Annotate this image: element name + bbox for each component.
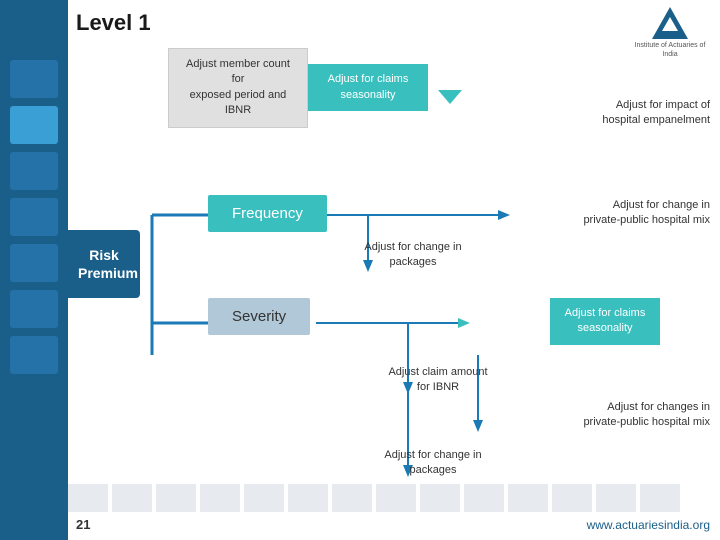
- sidebar-block-2: [10, 106, 58, 144]
- severity-seasonality-box: Adjust for claimsseasonality: [550, 298, 660, 345]
- arrow-claims-seasonality: [438, 90, 462, 104]
- bottom-block-10: [464, 484, 504, 512]
- bottom-block-11: [508, 484, 548, 512]
- main-content: Level 1 Institute of Actuaries of India …: [68, 0, 720, 540]
- page-number: 21: [76, 517, 90, 532]
- top-row: Adjust member count forexposed period an…: [168, 48, 428, 128]
- bottom-block-13: [596, 484, 636, 512]
- sidebar-block-1: [10, 60, 58, 98]
- bottom-block-4: [200, 484, 240, 512]
- sidebar-block-6: [10, 290, 58, 328]
- sidebar: [0, 0, 68, 540]
- claims-seasonality-top-box: Adjust for claimsseasonality: [308, 64, 428, 111]
- page-title: Level 1: [76, 10, 151, 36]
- impact-box: Adjust for impact ofhospital empanelment: [602, 98, 710, 129]
- freq-packages-text: Adjust for change inpackages: [348, 240, 478, 271]
- bottom-block-7: [332, 484, 372, 512]
- website-link: www.actuariesindia.org: [587, 518, 710, 532]
- bottom-block-12: [552, 484, 592, 512]
- sidebar-block-7: [10, 336, 58, 374]
- severity-box: Severity: [208, 298, 310, 335]
- logo: Institute of Actuaries of India: [630, 8, 710, 58]
- ibnr-box: Adjust claim amountfor IBNR: [368, 365, 508, 396]
- freq-private-pub-text: Adjust for change inprivate-public hospi…: [583, 198, 710, 229]
- sidebar-block-3: [10, 152, 58, 190]
- bottom-block-9: [420, 484, 460, 512]
- bottom-block-6: [288, 484, 328, 512]
- member-count-box: Adjust member count forexposed period an…: [168, 48, 308, 128]
- bottom-block-5: [244, 484, 284, 512]
- bottom-decorative-blocks: [68, 484, 680, 512]
- bottom-block-2: [112, 484, 152, 512]
- sev-private-pub-text: Adjust for changes inprivate-public hosp…: [583, 400, 710, 431]
- bottom-block-14: [640, 484, 680, 512]
- logo-text: Institute of Actuaries of India: [630, 42, 710, 59]
- bottom-block-3: [156, 484, 196, 512]
- bottom-block-8: [376, 484, 416, 512]
- bottom-block-1: [68, 484, 108, 512]
- sidebar-block-5: [10, 244, 58, 282]
- frequency-box: Frequency: [208, 195, 327, 232]
- logo-icon: [652, 7, 688, 39]
- risk-premium-label: RiskPremium: [68, 230, 140, 298]
- sev-packages-text: Adjust for change inpackages: [368, 448, 498, 479]
- sidebar-block-4: [10, 198, 58, 236]
